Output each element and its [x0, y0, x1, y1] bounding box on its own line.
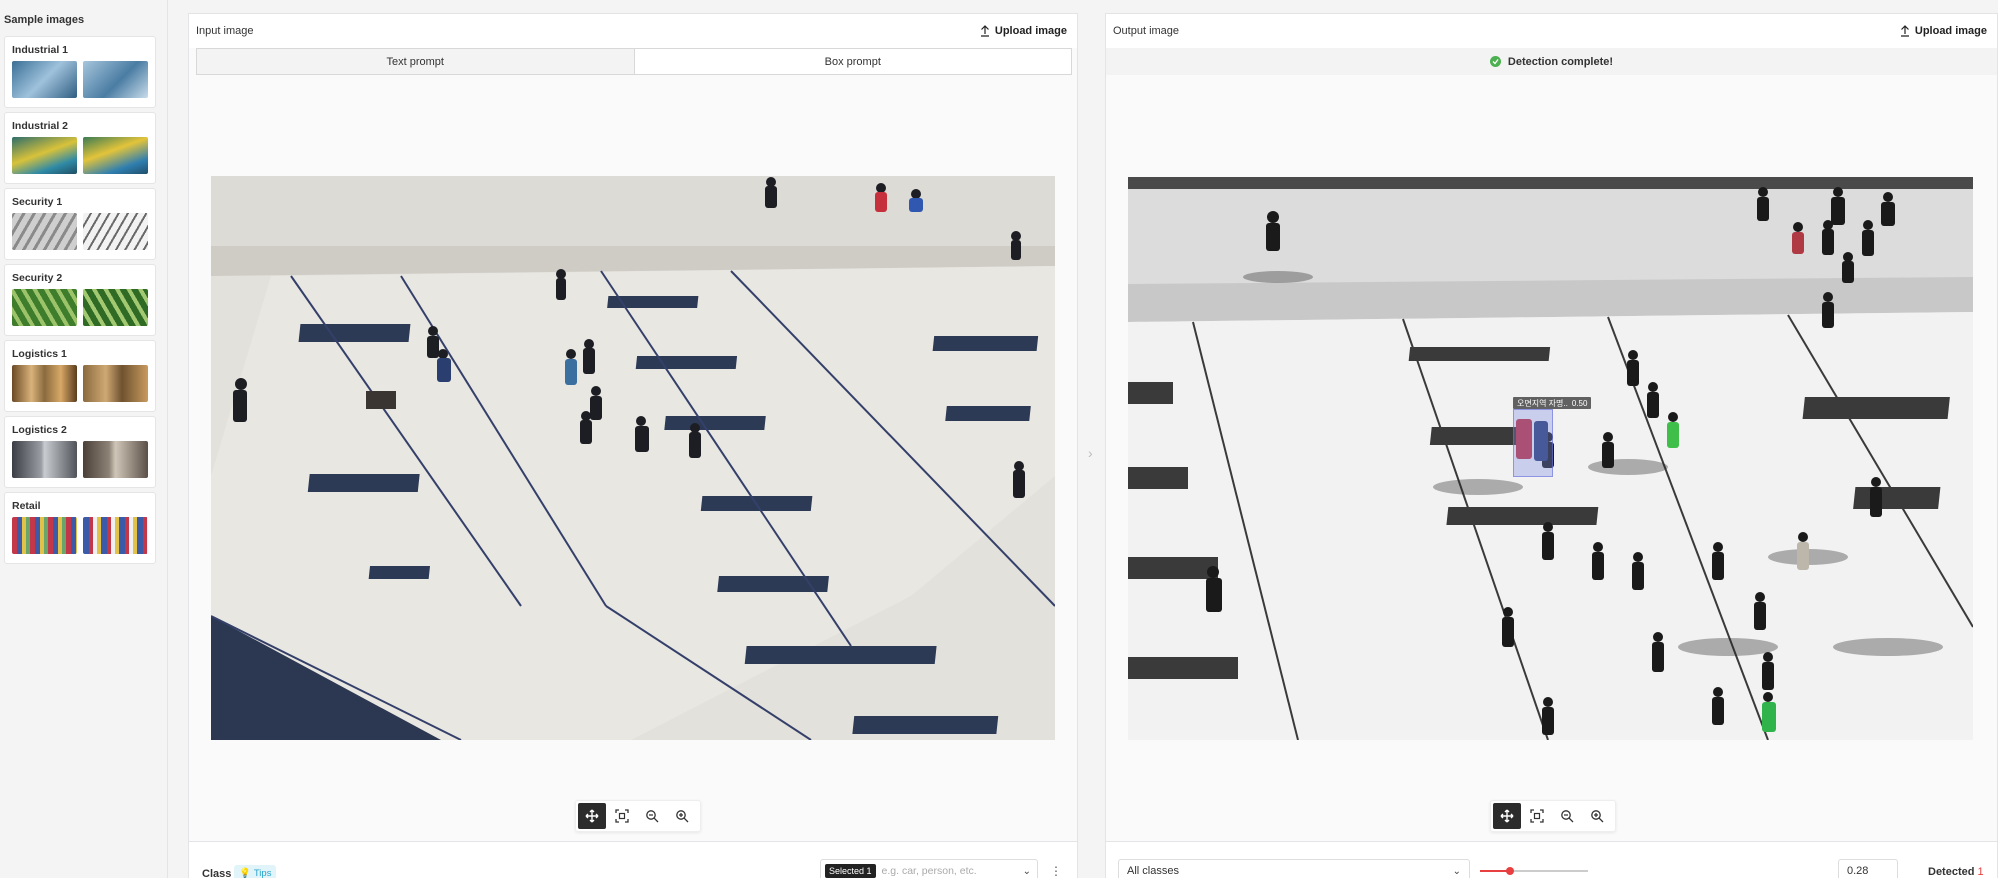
detection-label: 오면지역 자명.. 0.50	[1513, 397, 1592, 409]
sample-name: Logistics 1	[12, 348, 67, 360]
input-view-toolbar	[575, 800, 701, 832]
more-options-icon[interactable]: ⋮	[1050, 864, 1062, 878]
input-panel-title: Input image	[196, 25, 254, 37]
sample-name: Security 1	[12, 196, 63, 208]
move-icon	[585, 809, 599, 823]
detection-class-name: 오면지역 자명..	[1517, 398, 1568, 408]
detected-label: Detected	[1928, 866, 1975, 878]
sample-name: Industrial 2	[12, 120, 69, 132]
sample-thumbnail[interactable]	[83, 441, 148, 478]
class-label: Class	[202, 868, 232, 878]
output-panel: Output image Upload image Detection comp…	[1105, 13, 1998, 878]
output-panel-title: Output image	[1113, 25, 1180, 37]
detected-summary: Detected 1	[1928, 866, 1984, 878]
prompt-tabs: Text prompt Box prompt	[196, 48, 1072, 75]
sample-thumbnail[interactable]	[12, 137, 77, 174]
sample-thumbnail[interactable]	[12, 213, 77, 250]
sample-thumbnail[interactable]	[83, 213, 148, 250]
zoom-out-icon	[646, 810, 659, 823]
tab-text-prompt[interactable]: Text prompt	[197, 49, 635, 74]
input-upload-button[interactable]: Upload image	[980, 25, 1067, 37]
sample-thumbnail[interactable]	[83, 137, 148, 174]
sidebar-title: Sample images	[4, 14, 85, 26]
sample-thumbnail[interactable]	[12, 289, 77, 326]
detection-status: Detection complete!	[1106, 48, 1997, 75]
fit-view-button[interactable]	[608, 803, 636, 829]
selected-count-chip: Selected 1	[825, 864, 876, 878]
sample-name: Logistics 2	[12, 424, 67, 436]
fit-screen-icon	[1530, 809, 1544, 823]
tips-badge[interactable]: 💡 Tips	[234, 865, 277, 878]
sample-thumbnail[interactable]	[12, 517, 77, 554]
output-panel-header: Output image Upload image	[1106, 14, 1997, 48]
sample-name: Industrial 1	[12, 44, 69, 56]
classes-filter-select[interactable]: All classes ⌄	[1118, 859, 1470, 878]
chevron-down-icon: ⌄	[1022, 865, 1031, 877]
zoom-out-button[interactable]	[1553, 803, 1581, 829]
upload-icon	[980, 25, 989, 37]
detection-box[interactable]	[1513, 409, 1553, 477]
chevron-right-icon: ›	[1088, 445, 1093, 461]
pan-tool-button[interactable]	[1493, 803, 1521, 829]
class-select[interactable]: Selected 1 e.g. car, person, etc. ⌄	[820, 859, 1038, 878]
sample-thumbnail[interactable]	[83, 517, 148, 554]
input-footer: Class 💡 Tips Selected 1 e.g. car, person…	[189, 841, 1077, 878]
sample-card-security-2[interactable]: Security 2	[4, 264, 156, 336]
sample-card-industrial-2[interactable]: Industrial 2	[4, 112, 156, 184]
sample-thumbnail[interactable]	[83, 61, 148, 98]
detected-count: 1	[1977, 866, 1984, 878]
pan-tool-button[interactable]	[578, 803, 606, 829]
fit-screen-icon	[615, 809, 629, 823]
lightbulb-icon: 💡	[239, 867, 251, 878]
sample-thumbnail[interactable]	[12, 441, 77, 478]
input-image-scene	[211, 176, 1055, 740]
sample-card-security-1[interactable]: Security 1	[4, 188, 156, 260]
sample-sidebar: Sample images Industrial 1 Industrial 2 …	[0, 0, 168, 878]
tab-box-prompt[interactable]: Box prompt	[634, 49, 1071, 74]
move-icon	[1500, 809, 1514, 823]
sample-thumbnail[interactable]	[83, 289, 148, 326]
input-panel-header: Input image Upload image	[189, 14, 1077, 48]
upload-icon	[1900, 25, 1909, 37]
upload-label: Upload image	[994, 25, 1067, 37]
sample-name: Retail	[12, 500, 41, 512]
sample-card-logistics-1[interactable]: Logistics 1	[4, 340, 156, 412]
output-view-toolbar	[1490, 800, 1616, 832]
class-input-placeholder: e.g. car, person, etc.	[881, 865, 977, 877]
classes-filter-value: All classes	[1127, 865, 1179, 877]
output-upload-button[interactable]: Upload image	[1900, 25, 1987, 37]
sample-thumbnail[interactable]	[83, 365, 148, 402]
zoom-out-icon	[1561, 810, 1574, 823]
threshold-slider-handle[interactable]	[1506, 867, 1515, 875]
output-footer: All classes ⌄ 0.28 Detected 1	[1106, 841, 1997, 878]
sample-name: Security 2	[12, 272, 63, 284]
threshold-slider[interactable]	[1480, 867, 1588, 875]
tips-label: Tips	[253, 867, 272, 878]
zoom-in-icon	[676, 810, 689, 823]
zoom-in-icon	[1591, 810, 1604, 823]
sample-thumbnail[interactable]	[12, 365, 77, 402]
chevron-down-icon: ⌄	[1452, 865, 1461, 877]
zoom-out-button[interactable]	[638, 803, 666, 829]
sample-card-industrial-1[interactable]: Industrial 1	[4, 36, 156, 108]
sample-card-retail[interactable]: Retail	[4, 492, 156, 564]
output-image[interactable]: 오면지역 자명.. 0.50	[1128, 177, 1973, 740]
input-panel: Input image Upload image Text prompt Box…	[188, 13, 1078, 878]
sample-card-logistics-2[interactable]: Logistics 2	[4, 416, 156, 488]
detection-score: 0.50	[1571, 398, 1588, 408]
sample-thumbnail[interactable]	[12, 61, 77, 98]
zoom-in-button[interactable]	[1583, 803, 1611, 829]
check-circle-icon	[1489, 56, 1501, 67]
threshold-input[interactable]: 0.28	[1838, 859, 1898, 878]
upload-label: Upload image	[1914, 25, 1987, 37]
fit-view-button[interactable]	[1523, 803, 1551, 829]
input-image[interactable]	[211, 176, 1055, 740]
zoom-in-button[interactable]	[668, 803, 696, 829]
status-text: Detection complete!	[1507, 55, 1614, 68]
